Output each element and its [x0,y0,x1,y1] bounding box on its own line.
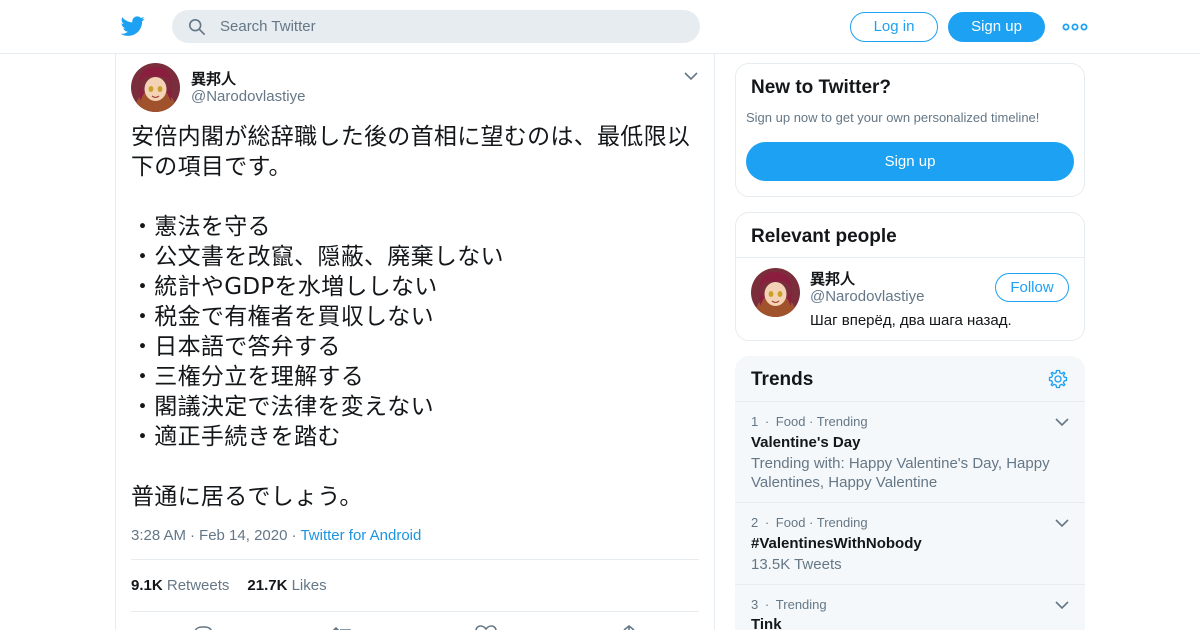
trend-description: Trending with: Happy Valentine's Day, Ha… [751,455,1050,491]
search-input[interactable] [220,10,680,43]
trend-meta: 1 · Food · Trending [751,414,868,429]
trend-name[interactable]: Valentine's Day [751,434,860,451]
gear-icon[interactable] [1048,369,1068,389]
trends-card: Trends 1 · Food · Trending Valentine's D… [735,356,1085,630]
trend-meta: 2 · Food · Trending [751,515,868,530]
likes-count: 21.7K [247,577,288,594]
avatar[interactable] [131,63,180,112]
divider [131,559,699,560]
tweet-time[interactable]: 3:28 AM [131,527,186,544]
tweet-source-link[interactable]: Twitter for Android [300,527,421,544]
avatar[interactable] [751,268,800,317]
new-to-twitter-card: New to Twitter? Sign up now to get your … [735,63,1085,197]
person-bio: Шаг вперёд, два шага назад. [810,312,1012,329]
person-name[interactable]: 異邦人 [810,268,855,289]
likes-stat[interactable]: 21.7K Likes [247,577,326,594]
more-dots-icon[interactable] [1062,17,1088,37]
like-heart-icon[interactable] [474,624,498,630]
divider [736,257,1084,258]
trend-category: Food · Trending [775,414,868,429]
tweet-detail: 異邦人 @Narodovlastiye 安倍内閣が総辞職した後の首相に望むのは、… [115,54,715,630]
signup-button[interactable]: Sign up [948,12,1045,42]
top-navigation-bar: Log in Sign up [0,0,1200,54]
share-icon[interactable] [617,624,641,630]
trend-description: 13.5K Tweets [751,556,842,573]
chevron-down-icon[interactable] [1054,416,1070,428]
trend-name[interactable]: Tink [751,616,782,630]
likes-label: Likes [291,577,327,594]
trend-meta: 3 · Trending [751,597,827,612]
author-name[interactable]: 異邦人 [191,68,236,89]
chevron-down-icon[interactable] [1054,599,1070,611]
trend-name[interactable]: #ValentinesWithNobody [751,535,922,552]
divider [735,584,1085,585]
trend-rank: 1 [751,414,759,429]
person-handle[interactable]: @Narodovlastiye [810,288,924,305]
chevron-down-icon[interactable] [683,70,699,82]
retweets-label: Retweets [166,577,230,594]
tweet-date[interactable]: Feb 14, 2020 [199,527,287,544]
reply-icon[interactable] [191,624,215,630]
follow-button[interactable]: Follow [995,273,1069,302]
relevant-people-card: Relevant people 異邦人 @Narodovlastiye Шаг … [735,212,1085,341]
card-title: Trends [751,369,814,390]
retweet-icon[interactable] [331,624,355,630]
trend-category: Trending [775,597,827,612]
search-icon [188,18,206,36]
twitter-bird-icon[interactable] [120,14,146,38]
meta-separator: · [291,527,297,544]
author-handle[interactable]: @Narodovlastiye [191,88,305,105]
divider [131,611,699,612]
trend-rank: 2 [751,515,759,530]
tweet-text: 安倍内閣が総辞職した後の首相に望むのは、最低限以下の項目です。 ・憲法を守る ・… [131,124,691,510]
search-box[interactable] [172,10,700,43]
card-title: Relevant people [751,226,897,247]
trend-rank: 3 [751,597,759,612]
card-title: New to Twitter? [751,77,892,98]
divider [735,502,1085,503]
chevron-down-icon[interactable] [1054,517,1070,529]
meta-separator: · [190,527,196,544]
tweet-stats: 9.1K Retweets 21.7K Likes [131,577,327,594]
login-button[interactable]: Log in [850,12,938,42]
card-subtitle: Sign up now to get your own personalized… [746,110,1040,125]
signup-button[interactable]: Sign up [746,142,1074,181]
retweets-stat[interactable]: 9.1K Retweets [131,577,229,594]
trend-category: Food · Trending [775,515,868,530]
tweet-meta: 3:28 AM · Feb 14, 2020 · Twitter for Android [131,527,421,544]
retweets-count: 9.1K [131,577,163,594]
divider [735,401,1085,402]
